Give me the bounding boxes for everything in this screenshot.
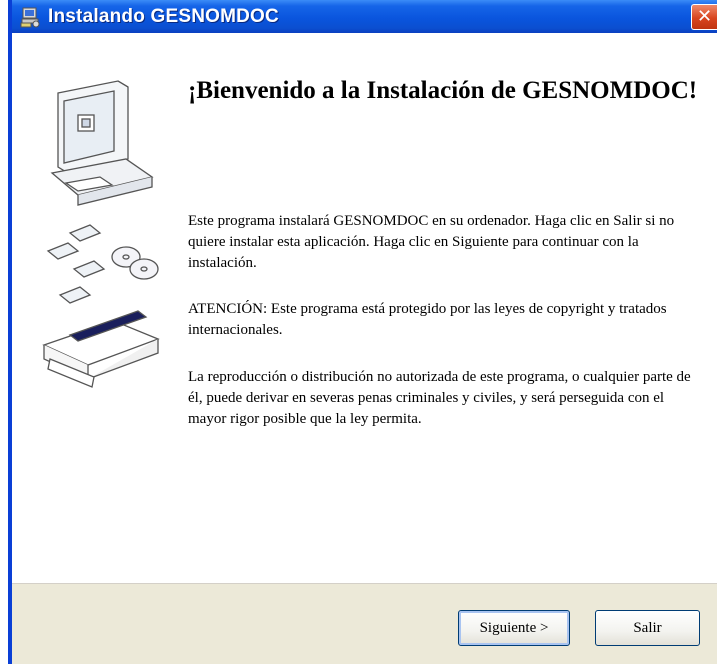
- content-area: ¡Bienvenido a la Instalación de GESNOMDO…: [12, 33, 717, 583]
- exit-button[interactable]: Salir: [595, 610, 700, 646]
- welcome-heading: ¡Bienvenido a la Instalación de GESNOMDO…: [188, 77, 698, 104]
- intro-paragraph: Este programa instalará GESNOMDOC en su …: [188, 213, 675, 271]
- copyright-warning-paragraph: ATENCIÓN: Este programa está protegido p…: [188, 301, 667, 338]
- installer-icon: [20, 7, 40, 27]
- next-button[interactable]: Siguiente >: [458, 610, 570, 646]
- installer-window: Instalando GESNOMDOC ✕ ¡Bienvenido a la …: [8, 0, 717, 664]
- window-title: Instalando GESNOMDOC: [48, 5, 279, 27]
- close-icon: ✕: [696, 6, 713, 27]
- close-button[interactable]: ✕: [691, 4, 717, 30]
- legal-notice-paragraph: La reproducción o distribución no autori…: [188, 369, 691, 427]
- button-bar: Siguiente > Salir: [12, 583, 717, 664]
- computer-disks-box-illustration: [42, 80, 160, 388]
- title-bar[interactable]: Instalando GESNOMDOC ✕: [12, 0, 717, 33]
